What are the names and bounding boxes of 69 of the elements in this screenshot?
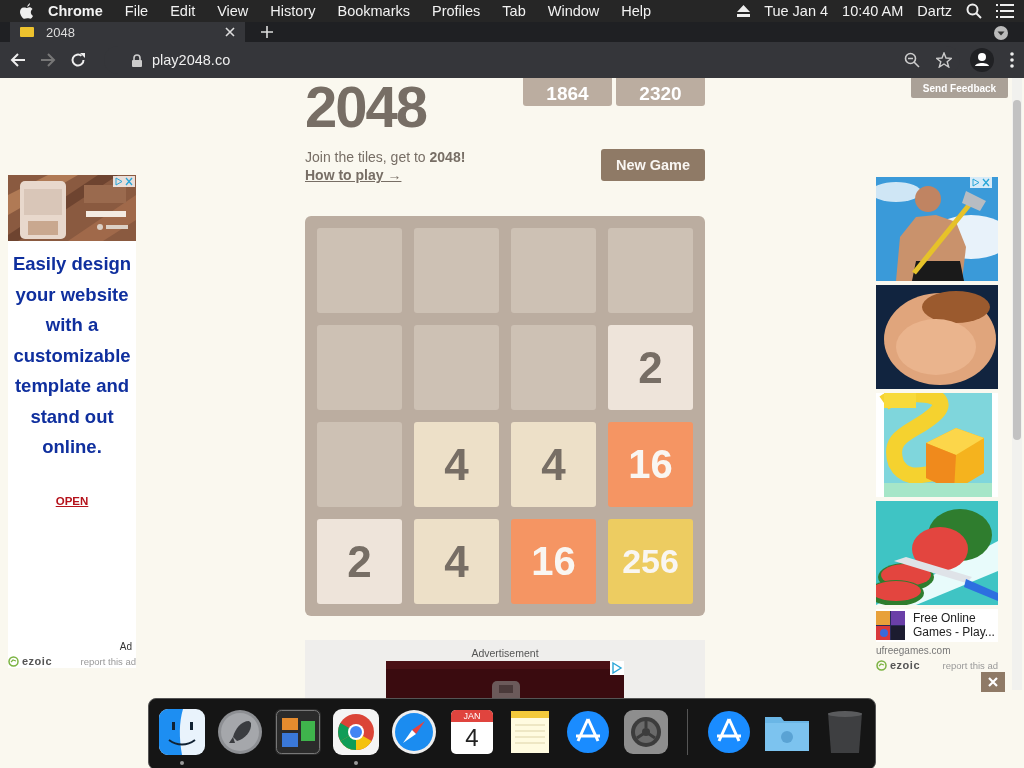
star-icon[interactable] (936, 52, 952, 68)
game-title: 2048 (305, 78, 427, 135)
more-icon[interactable] (1010, 52, 1014, 68)
number-tile: 4 (414, 422, 499, 507)
a-shape-icon[interactable] (706, 709, 752, 755)
number-tile: 4 (414, 519, 499, 604)
score-box: 1864 (523, 78, 612, 106)
number-tile: 4 (511, 422, 596, 507)
scrollbar[interactable] (1012, 78, 1022, 690)
calendar-month: JAN (451, 710, 493, 722)
ad-label: Advertisement (471, 647, 539, 659)
windows-icon[interactable] (275, 709, 321, 755)
menubar-user[interactable]: Dartz (917, 3, 952, 19)
brand-logo[interactable]: ezoic (22, 655, 52, 667)
zoom-out-icon[interactable] (904, 52, 920, 68)
number-tile: 16 (511, 519, 596, 604)
search-icon[interactable] (966, 3, 982, 19)
menubar-time[interactable]: 10:40 AM (842, 3, 904, 19)
menu-item[interactable]: History (270, 3, 316, 19)
ad-domain: ufreegames.com (876, 645, 952, 656)
ring-icon (8, 655, 19, 667)
browser-tab[interactable]: 2048 (10, 22, 245, 42)
number-tile: 16 (608, 422, 693, 507)
intro-text: Join the tiles, get to 2048! (305, 148, 466, 166)
menu-item[interactable]: Window (547, 3, 600, 19)
caret-icon[interactable] (994, 26, 1008, 40)
close-icon (988, 677, 998, 687)
list-icon[interactable] (996, 4, 1014, 18)
forward-icon[interactable] (40, 52, 56, 68)
rocket-icon[interactable] (217, 709, 263, 755)
reload-icon[interactable] (70, 52, 86, 68)
menu-item[interactable]: Help (621, 3, 652, 19)
gear-icon[interactable] (623, 709, 669, 755)
menu-item[interactable]: Edit (170, 3, 196, 19)
menu-item[interactable]: Tab (502, 3, 526, 19)
ad-headline: Easily design your website with a customizable template and stand out online. (11, 252, 133, 459)
eject-icon[interactable] (737, 5, 751, 17)
calendar-icon[interactable]: JAN 4 (451, 710, 493, 754)
close-icon[interactable] (225, 27, 235, 37)
new-game-button[interactable]: New Game (601, 149, 705, 181)
how-to-play-link[interactable]: How to play → (305, 167, 402, 183)
a-shape-icon[interactable] (565, 709, 611, 755)
number-tile: 2 (608, 325, 693, 410)
menubar-date[interactable]: Tue Jan 4 (764, 3, 829, 19)
brand-logo[interactable]: ezoic (890, 659, 920, 671)
score-box: 2320 (616, 78, 705, 106)
open-link[interactable]: OPEN (55, 494, 89, 507)
menu-item[interactable]: Profiles (432, 3, 481, 19)
app-menu[interactable]: Chrome (48, 3, 103, 19)
ad-info-icon[interactable] (610, 661, 624, 675)
menu-item[interactable]: File (124, 3, 149, 19)
back-icon[interactable] (10, 52, 26, 68)
menu-item[interactable]: Bookmarks (337, 3, 410, 19)
calendar-day: 4 (465, 722, 479, 753)
close-button[interactable] (981, 672, 1005, 692)
plus-icon[interactable] (261, 26, 273, 38)
favicon-icon (20, 27, 34, 37)
tab-title: 2048 (46, 24, 76, 40)
lock-icon (132, 53, 142, 67)
apple-icon[interactable] (20, 3, 34, 19)
ring-icon (876, 659, 887, 671)
number-tile: 2 (317, 519, 402, 604)
number-tile: 256 (608, 519, 693, 604)
menu-item[interactable]: View (217, 3, 249, 19)
profile-icon[interactable] (970, 48, 994, 72)
url-text: play2048.co (152, 52, 232, 68)
face-icon[interactable] (159, 709, 205, 755)
ad-label: Ad (119, 641, 132, 652)
compass-icon[interactable] (391, 709, 437, 755)
